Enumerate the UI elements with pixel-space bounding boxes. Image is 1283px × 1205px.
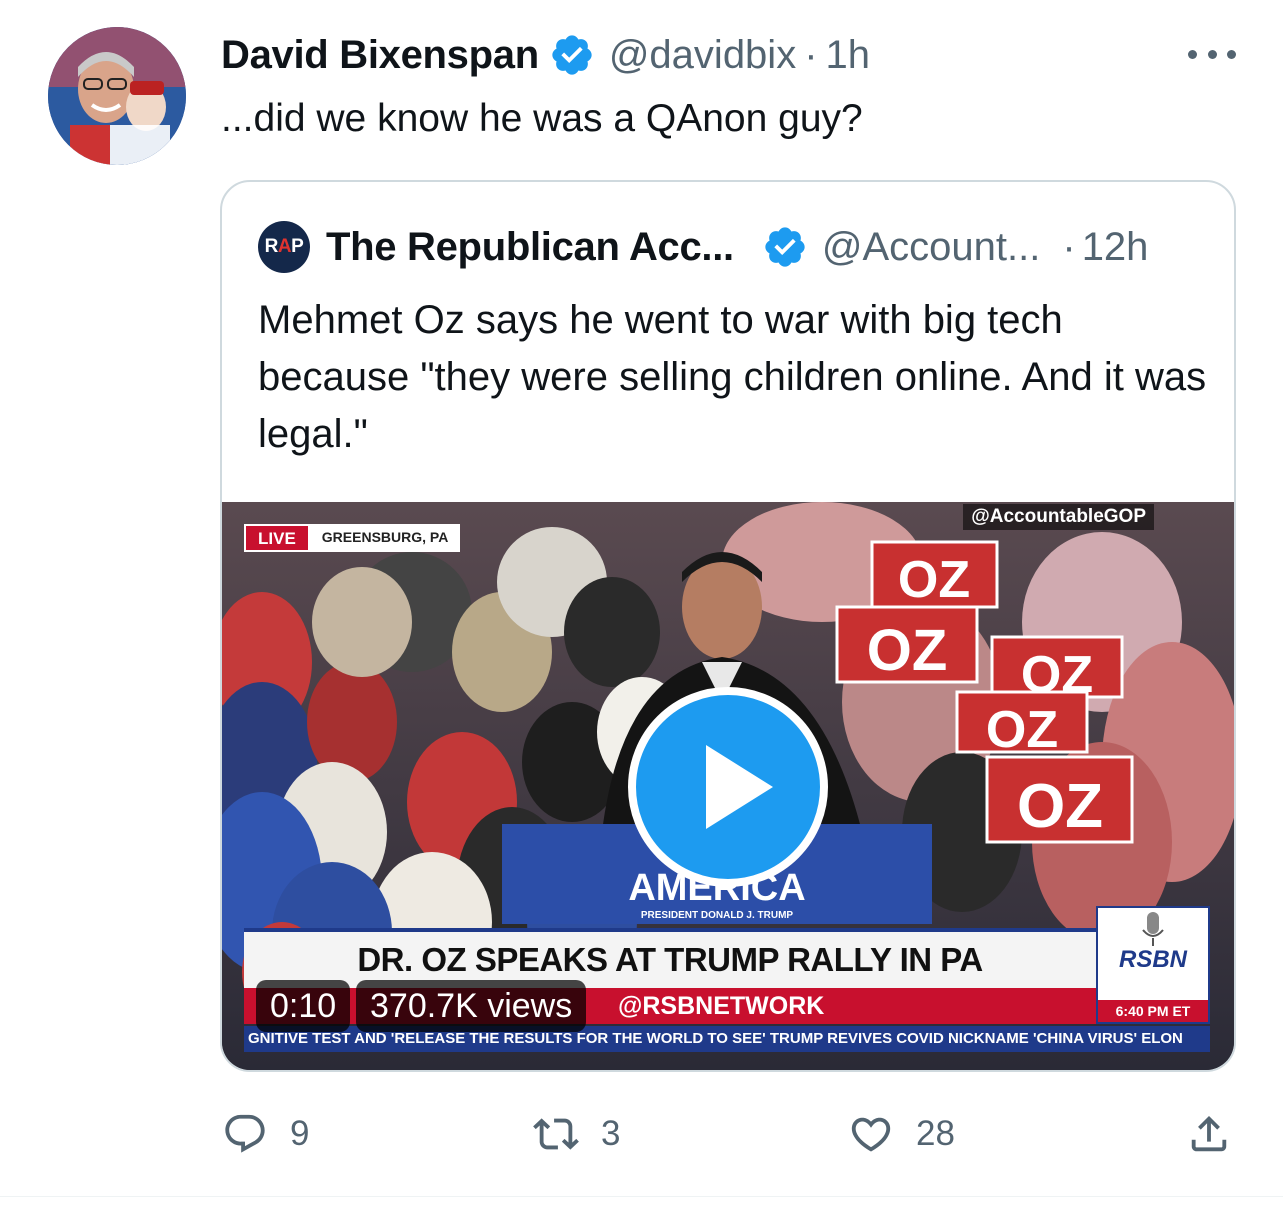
quoted-author-name[interactable]: The Republican Acc...: [326, 225, 734, 270]
share-icon: [1191, 1115, 1227, 1152]
lower-third-headline: DR. OZ SPEAKS AT TRUMP RALLY IN PA: [244, 928, 1096, 988]
tweet-text: ...did we know he was a QAnon guy?: [221, 97, 863, 140]
author-handle[interactable]: @davidbix: [609, 33, 796, 78]
logo-letter-p: P: [291, 236, 304, 257]
quoted-text: Mehmet Oz says he went to war with big t…: [258, 298, 1207, 456]
live-badge: LIVE GREENSBURG, PA: [244, 524, 461, 552]
retweet-count: 3: [601, 1114, 621, 1153]
logo-letter-r: R: [264, 236, 279, 257]
video-views: 370.7K views: [356, 980, 587, 1032]
action-bar: 9 3 28: [0, 1105, 1283, 1165]
quoted-handle[interactable]: @Account...: [822, 225, 1040, 270]
reply-icon: [225, 1114, 265, 1153]
podium-subtext: PRESIDENT DONALD J. TRUMP: [641, 910, 794, 921]
verified-icon: [765, 227, 805, 267]
headline-text: DR. OZ SPEAKS AT TRUMP RALLY IN PA: [357, 941, 983, 978]
retweet-icon: [533, 1118, 579, 1150]
more-icon[interactable]: [1188, 40, 1236, 68]
tweet-header: David Bixenspan @davidbix · 1h: [221, 30, 870, 80]
share-button[interactable]: [1186, 1111, 1232, 1157]
svg-text:OZ: OZ: [1017, 772, 1103, 841]
tweet-time[interactable]: 1h: [826, 33, 871, 78]
quoted-avatar[interactable]: RAP: [258, 221, 310, 273]
divider: [0, 1196, 1283, 1197]
quoted-time[interactable]: 12h: [1082, 225, 1149, 270]
avatar-image: [48, 27, 186, 165]
rsbn-badge: RSBN 6:40 PM ET: [1096, 906, 1210, 1024]
live-label: LIVE: [244, 524, 310, 552]
author-avatar[interactable]: [48, 27, 186, 165]
logo-letter-a: A: [277, 236, 292, 257]
retweet-button[interactable]: 3: [533, 1111, 620, 1157]
svg-text:OZ: OZ: [898, 551, 970, 609]
author-name[interactable]: David Bixenspan: [221, 33, 539, 78]
play-button[interactable]: [628, 687, 828, 887]
video-duration: 0:10: [256, 980, 351, 1032]
like-button[interactable]: 28: [848, 1111, 955, 1157]
separator-dot: ·: [804, 32, 818, 77]
video-player[interactable]: OZ OZ OZ OZ OZ AMERICA PRESIDENT DONALD …: [222, 502, 1234, 1070]
separator-dot: ·: [1062, 224, 1076, 269]
watermark: @AccountableGOP: [963, 504, 1154, 530]
quoted-tweet[interactable]: RAP The Republican Acc... @Account... · …: [220, 180, 1236, 1072]
reply-button[interactable]: 9: [222, 1111, 309, 1157]
verified-icon: [552, 35, 592, 75]
svg-text:OZ: OZ: [867, 618, 948, 683]
broadcast-clock: 6:40 PM ET: [1098, 1000, 1208, 1022]
svg-text:OZ: OZ: [986, 701, 1058, 759]
reply-count: 9: [290, 1114, 310, 1153]
rsbn-logo: RSBN: [1118, 946, 1187, 973]
location-label: GREENSBURG, PA: [309, 524, 461, 552]
like-count: 28: [916, 1114, 955, 1153]
microphone-icon: [1142, 912, 1164, 946]
like-icon: [851, 1117, 891, 1152]
quoted-header: RAP The Republican Acc... @Account... · …: [258, 221, 1149, 273]
play-icon: [628, 687, 828, 887]
